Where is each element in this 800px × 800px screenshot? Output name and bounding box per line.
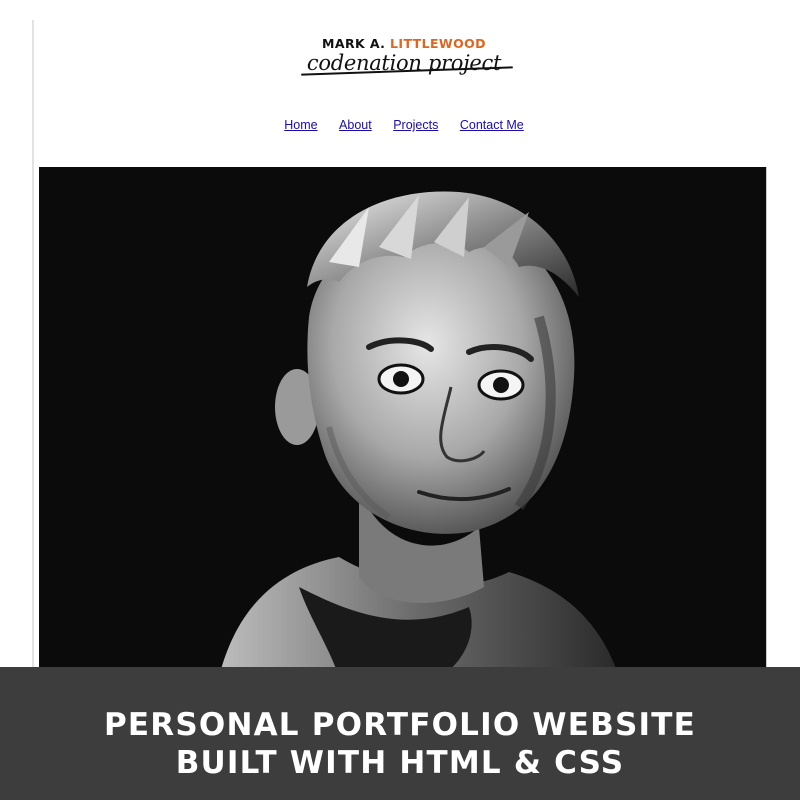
site-logo[interactable]: MARK A. LITTLEWOOD codenation project (0, 36, 800, 76)
logo-name-last: LITTLEWOOD (390, 36, 486, 51)
main-nav: Home About Projects Contact Me (0, 118, 800, 132)
logo-tagline-wrap: codenation project (300, 51, 514, 76)
caption-banner: PERSONAL PORTFOLIO WEBSITE BUILT WITH HT… (0, 667, 800, 800)
hero-portrait-image (39, 167, 767, 677)
nav-link-projects[interactable]: Projects (393, 118, 438, 132)
nav-link-home[interactable]: Home (284, 118, 317, 132)
logo-name-first: MARK A. (322, 36, 386, 51)
nav-link-contact[interactable]: Contact Me (460, 118, 524, 132)
portrait-illustration (39, 167, 766, 677)
banner-line-1: PERSONAL PORTFOLIO WEBSITE (104, 707, 696, 743)
nav-link-about[interactable]: About (339, 118, 372, 132)
logo-name: MARK A. LITTLEWOOD (0, 36, 800, 52)
banner-line-2: BUILT WITH HTML & CSS (175, 745, 625, 781)
